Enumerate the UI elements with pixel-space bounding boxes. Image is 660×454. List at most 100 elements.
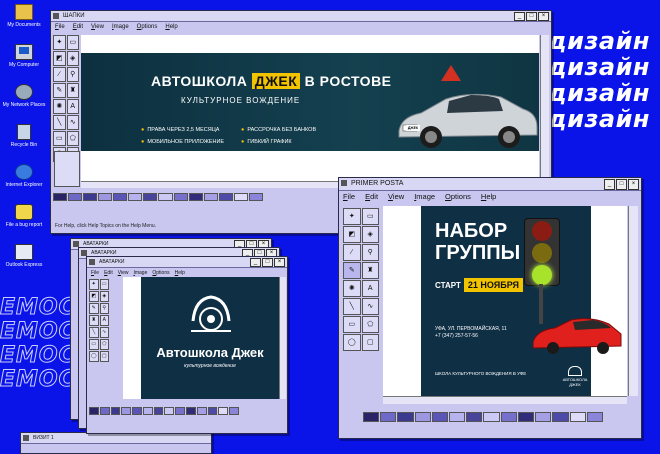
color-swatch[interactable] <box>128 193 143 201</box>
color-swatch[interactable] <box>98 193 113 201</box>
close-button[interactable]: × <box>628 179 639 190</box>
rounded-rect-tool-icon[interactable]: ▢ <box>99 351 109 362</box>
vertical-scrollbar[interactable] <box>628 206 638 396</box>
maximize-button[interactable]: □ <box>616 179 627 190</box>
polygon-tool-icon[interactable]: ⬠ <box>361 316 379 333</box>
line-tool-icon[interactable]: ╲ <box>89 327 99 338</box>
select-tool-icon[interactable]: ▭ <box>99 279 109 290</box>
desktop-icon-ie[interactable]: Internet Explorer <box>2 164 46 202</box>
menu-help[interactable]: Help <box>481 191 496 203</box>
text-tool-icon[interactable]: A <box>361 280 379 297</box>
eraser-tool-icon[interactable]: ◩ <box>343 226 361 243</box>
color-swatch[interactable] <box>142 407 153 415</box>
vertical-scrollbar[interactable] <box>279 277 286 399</box>
brush-tool-icon[interactable]: ♜ <box>361 262 379 279</box>
color-swatch[interactable] <box>500 412 517 422</box>
color-swatch[interactable] <box>175 407 186 415</box>
fill-tool-icon[interactable]: ◈ <box>66 51 79 66</box>
maximize-button[interactable]: □ <box>526 12 537 21</box>
rounded-rect-tool-icon[interactable]: ▢ <box>361 334 379 351</box>
desktop-icon-my-computer[interactable]: My Computer <box>2 44 46 82</box>
line-tool-icon[interactable]: ╲ <box>343 298 361 315</box>
minimize-button[interactable]: _ <box>604 179 615 190</box>
color-swatch[interactable] <box>196 407 207 415</box>
maximize-button[interactable]: □ <box>262 258 273 267</box>
picker-tool-icon[interactable]: ∕ <box>53 67 66 82</box>
desktop-icon-my-documents[interactable]: My Documents <box>2 4 46 42</box>
color-swatch[interactable] <box>552 412 569 422</box>
color-swatch[interactable] <box>83 193 98 201</box>
color-swatch[interactable] <box>173 193 188 201</box>
color-swatch[interactable] <box>110 407 121 415</box>
menu-image[interactable]: Image <box>112 22 129 32</box>
rectangle-tool-icon[interactable]: ▭ <box>53 131 66 146</box>
color-swatch[interactable] <box>188 193 203 201</box>
color-swatch[interactable] <box>158 193 173 201</box>
color-swatch[interactable] <box>483 412 500 422</box>
menu-options[interactable]: Options <box>137 22 158 32</box>
menu-help[interactable]: Help <box>165 22 177 32</box>
menu-edit[interactable]: Edit <box>73 22 83 32</box>
eraser-tool-icon[interactable]: ◩ <box>53 51 66 66</box>
titlebar[interactable]: ШАПКИ _ □ × <box>51 11 551 22</box>
menu-file[interactable]: File <box>55 22 65 32</box>
desktop-icon-outlook[interactable]: Outlook Express <box>2 244 46 282</box>
canvas[interactable]: НАБОР ГРУППЫ СТАРТ 21 НОЯБРЯ УФА, УЛ. ПЕР… <box>383 206 627 396</box>
color-swatch[interactable] <box>414 412 431 422</box>
color-swatch[interactable] <box>229 407 239 415</box>
curve-tool-icon[interactable]: ∿ <box>66 115 79 130</box>
color-swatch[interactable] <box>397 412 414 422</box>
color-swatch[interactable] <box>218 407 229 415</box>
rectangle-tool-icon[interactable]: ▭ <box>89 339 99 350</box>
minimize-button[interactable]: _ <box>250 258 261 267</box>
text-tool-icon[interactable]: A <box>66 99 79 114</box>
select-tool-icon[interactable]: ▭ <box>66 35 79 50</box>
menu-file[interactable]: File <box>91 268 99 278</box>
pencil-tool-icon[interactable]: ✎ <box>89 303 99 314</box>
line-tool-icon[interactable]: ╲ <box>53 115 66 130</box>
color-swatch[interactable] <box>248 193 263 201</box>
text-tool-icon[interactable]: A <box>99 315 109 326</box>
desktop-icon-recycle-bin[interactable]: Recycle Bin <box>2 124 46 162</box>
minimize-button[interactable]: _ <box>514 12 525 21</box>
color-swatch[interactable] <box>132 407 142 415</box>
color-swatch[interactable] <box>203 193 218 201</box>
color-swatch[interactable] <box>569 412 586 422</box>
color-swatch[interactable] <box>68 193 83 201</box>
color-swatch[interactable] <box>363 412 380 422</box>
tool-options[interactable] <box>54 151 80 187</box>
color-swatch[interactable] <box>143 193 158 201</box>
color-swatch[interactable] <box>121 407 132 415</box>
airbrush-tool-icon[interactable]: ✺ <box>343 280 361 297</box>
menu-options[interactable]: Options <box>445 191 471 203</box>
color-swatch[interactable] <box>186 407 196 415</box>
menu-image[interactable]: Image <box>414 191 435 203</box>
picker-tool-icon[interactable]: ∕ <box>343 244 361 261</box>
color-swatch[interactable] <box>233 193 248 201</box>
color-swatch[interactable] <box>586 412 603 422</box>
color-swatch[interactable] <box>466 412 483 422</box>
titlebar[interactable]: АВАТАРКИ _ □ × <box>87 257 287 268</box>
color-swatch[interactable] <box>517 412 535 422</box>
canvas[interactable]: АВТОШКОЛА ДЖЕК В РОСТОВЕ КУЛЬТУРНОЕ ВОЖД… <box>81 35 539 181</box>
free-select-tool-icon[interactable]: ✦ <box>53 35 66 50</box>
menu-edit[interactable]: Edit <box>365 191 378 203</box>
pencil-tool-icon[interactable]: ✎ <box>343 262 361 279</box>
magnifier-tool-icon[interactable]: ⚲ <box>66 67 79 82</box>
titlebar[interactable]: PRIMER POSTA _ □ × <box>339 178 641 191</box>
color-swatch[interactable] <box>218 193 233 201</box>
curve-tool-icon[interactable]: ∿ <box>361 298 379 315</box>
magnifier-tool-icon[interactable]: ⚲ <box>361 244 379 261</box>
menu-view[interactable]: View <box>91 22 104 32</box>
close-button[interactable]: × <box>274 258 285 267</box>
menu-edit[interactable]: Edit <box>104 268 113 278</box>
free-select-tool-icon[interactable]: ✦ <box>89 279 99 290</box>
canvas[interactable]: Автошкола Джек культурное вождение <box>123 277 279 399</box>
fill-tool-icon[interactable]: ◈ <box>99 291 109 302</box>
pencil-tool-icon[interactable]: ✎ <box>53 83 66 98</box>
color-swatch[interactable] <box>153 407 164 415</box>
ellipse-tool-icon[interactable]: ◯ <box>343 334 361 351</box>
curve-tool-icon[interactable]: ∿ <box>99 327 109 338</box>
free-select-tool-icon[interactable]: ✦ <box>343 208 361 225</box>
menu-file[interactable]: File <box>343 191 355 203</box>
